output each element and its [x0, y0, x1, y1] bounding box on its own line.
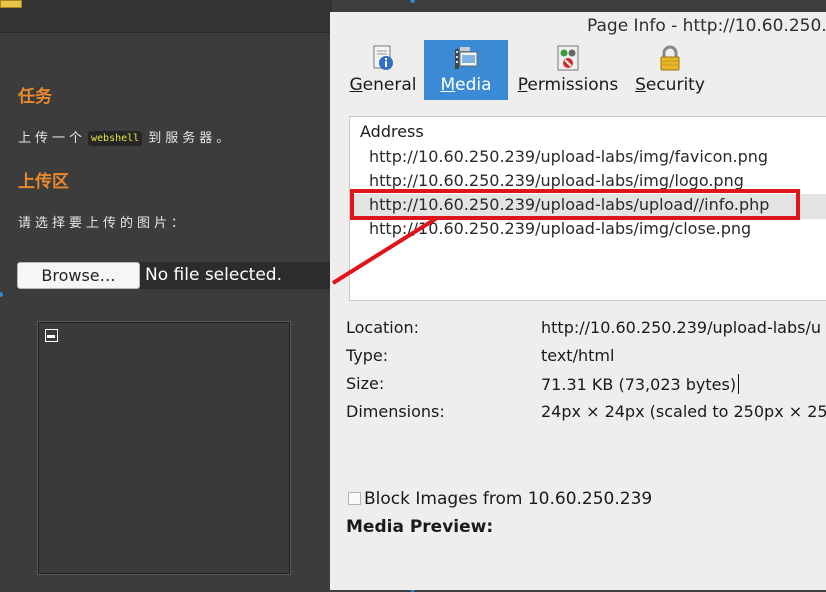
tab-media[interactable]: Media	[424, 40, 508, 100]
file-input[interactable]: Browse… No file selected.	[17, 262, 332, 289]
text-caret	[738, 374, 740, 394]
title-bar[interactable]: Page Info - http://10.60.250.2	[330, 12, 826, 40]
corner-icon	[0, 0, 22, 8]
selection-handle	[410, 0, 415, 3]
address-column-header[interactable]: Address	[360, 122, 424, 141]
dimensions-value: 24px × 24px (scaled to 250px × 250	[541, 402, 826, 421]
list-item[interactable]: http://10.60.250.239/upload-labs/img/fav…	[369, 147, 768, 166]
size-value-text: 71.31 KB (73,023 bytes)	[541, 375, 737, 394]
task-suffix: 到服务器。	[148, 131, 234, 146]
tab-general[interactable]: General	[344, 40, 422, 100]
task-prefix: 上传一个	[18, 131, 87, 146]
browse-button[interactable]: Browse…	[17, 262, 140, 289]
tab-security[interactable]: Security	[630, 40, 710, 100]
upload-heading: 上传区	[18, 172, 69, 192]
broken-image-icon	[45, 329, 58, 342]
permissions-icon	[557, 45, 579, 71]
list-item[interactable]: http://10.60.250.239/upload-labs/img/clo…	[369, 219, 751, 238]
annotation-highlight-box	[350, 189, 800, 220]
location-label: Location:	[346, 318, 420, 337]
type-label: Type:	[346, 346, 389, 365]
page-info-dialog: Page Info - http://10.60.250.2 General M…	[330, 12, 826, 590]
media-icon	[455, 47, 478, 69]
info-document-icon	[373, 45, 393, 70]
page-header-strip	[0, 0, 332, 33]
dimensions-label: Dimensions:	[346, 402, 445, 421]
upload-page: 任务 上传一个 webshell 到服务器。 上传区 请选择要上传的图片： Brow…	[0, 0, 332, 590]
task-description: 上传一个 webshell 到服务器。	[18, 127, 233, 146]
window-title: Page Info - http://10.60.250.2	[587, 16, 826, 36]
size-value: 71.31 KB (73,023 bytes)	[541, 374, 740, 394]
block-images-label[interactable]: Block Images from 10.60.250.239	[364, 489, 652, 509]
block-images-checkbox[interactable]	[348, 492, 361, 505]
media-preview-label: Media Preview:	[346, 517, 494, 537]
image-preview	[37, 321, 291, 575]
lock-icon	[660, 45, 680, 71]
file-status: No file selected.	[145, 265, 282, 285]
location-value: http://10.60.250.239/upload-labs/u	[541, 318, 821, 337]
task-heading: 任务	[18, 87, 52, 107]
webshell-code: webshell	[88, 131, 143, 146]
size-label: Size:	[346, 374, 385, 393]
type-value: text/html	[541, 346, 615, 365]
upload-prompt: 请选择要上传的图片：	[18, 216, 189, 231]
tab-permissions[interactable]: Permissions	[514, 40, 622, 100]
list-item[interactable]: http://10.60.250.239/upload-labs/img/log…	[369, 171, 744, 190]
